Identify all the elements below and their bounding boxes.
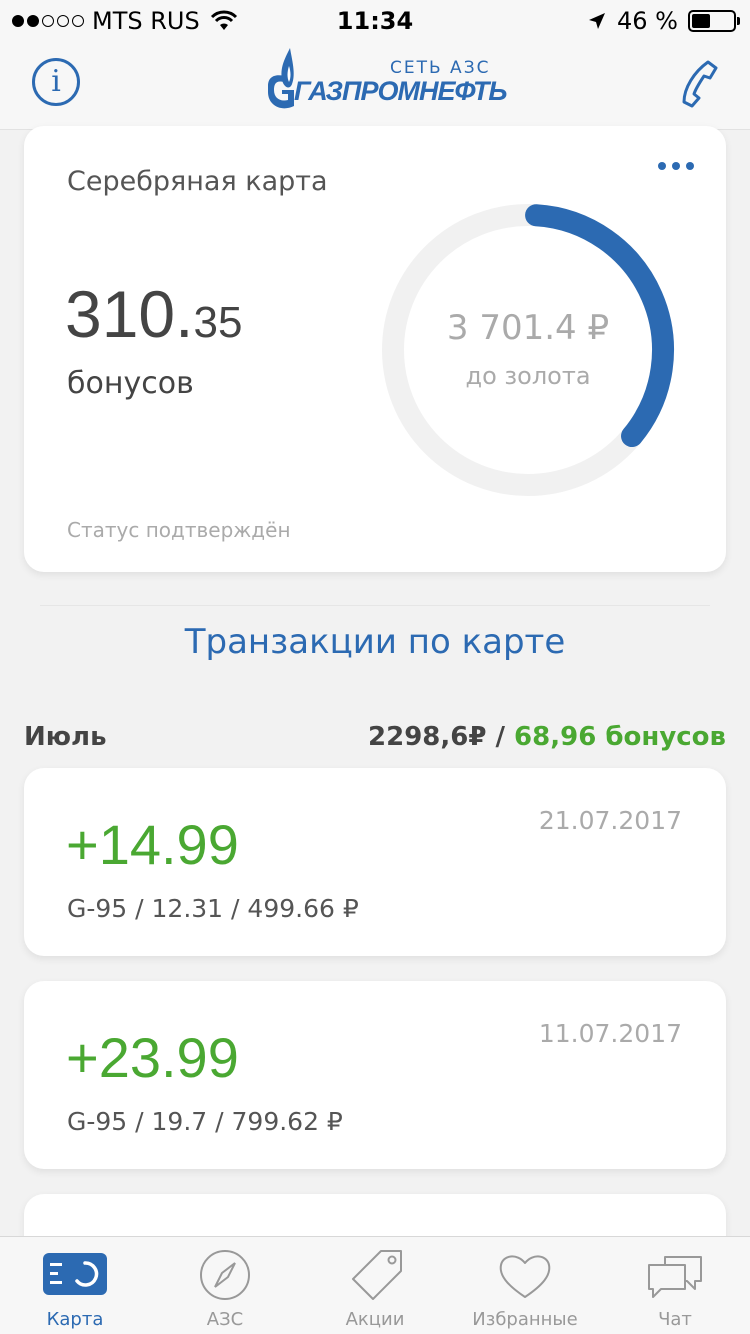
tab-label: Избранные (472, 1309, 578, 1330)
status-progress-ring (382, 204, 674, 496)
bonus-balance: 310.35 (65, 276, 242, 352)
transaction-card[interactable]: +23.99 11.07.2017 G-95 / 19.7 / 799.62 ₽ (24, 981, 726, 1169)
amount-to-next-level: 3 701.4 ₽ (446, 308, 610, 348)
more-options-icon[interactable] (658, 162, 694, 170)
month-bonuses: 68,96 бонусов (514, 722, 726, 752)
tab-label: АЗС (206, 1309, 244, 1330)
transaction-card[interactable]: +14.99 21.07.2017 G-95 / 12.31 / 499.66 … (24, 768, 726, 956)
month-summary: Июль 2298,6₽ / 68,96 бонусов (24, 722, 726, 762)
tab-label: Акции (345, 1309, 405, 1330)
tab-chat[interactable]: Чат (600, 1237, 750, 1334)
bonus-label: бонусов (67, 366, 194, 401)
info-button[interactable]: i (32, 58, 80, 106)
transaction-bonus: +14.99 (66, 813, 239, 876)
transaction-date: 21.07.2017 (538, 806, 682, 835)
battery-fill (692, 14, 711, 28)
card-icon (43, 1253, 107, 1295)
status-right: 46 % (587, 7, 740, 35)
tab-promotions[interactable]: Акции (300, 1237, 450, 1334)
info-icon: i (51, 64, 61, 99)
gazpromneft-logo: СЕТЬ АЗС ГАЗПРОМНЕФТЬ (262, 46, 507, 116)
logo-subtitle: СЕТЬ АЗС (390, 58, 491, 78)
transaction-bonus: +23.99 (66, 1026, 239, 1089)
tab-favorites[interactable]: Избранные (450, 1237, 600, 1334)
compass-icon (200, 1250, 250, 1300)
month-total: 2298,6₽ / 68,96 бонусов (368, 722, 726, 752)
divider (40, 605, 710, 606)
transaction-details: G-95 / 19.7 / 799.62 ₽ (67, 1107, 343, 1136)
transaction-date: 11.07.2017 (538, 1019, 682, 1048)
phone-icon (682, 60, 718, 108)
transaction-details: G-95 / 12.31 / 499.66 ₽ (67, 894, 359, 923)
battery-percent: 46 % (617, 7, 678, 35)
bonus-fraction: 35 (193, 298, 243, 347)
bonus-integer: 310. (65, 277, 194, 351)
tab-bar: Карта АЗС Акции Избранные Чат (0, 1236, 750, 1334)
tag-icon (352, 1250, 402, 1300)
phone-button[interactable] (678, 58, 722, 108)
transactions-title: Транзакции по карте (184, 622, 566, 662)
heart-icon (499, 1255, 551, 1298)
month-sum: 2298,6₽ (368, 722, 487, 752)
app-header: i СЕТЬ АЗС ГАЗПРОМНЕФТЬ (0, 40, 750, 130)
logo-title: ГАЗПРОМНЕФТЬ (294, 76, 507, 106)
tab-label: Чат (658, 1309, 692, 1330)
tab-label: Карта (46, 1309, 104, 1330)
status-bar: MTS RUS 11:34 46 % (0, 0, 750, 40)
status-confirmed-text: Статус подтверждён (67, 518, 291, 542)
next-level-label: до золота (465, 362, 591, 390)
tab-card[interactable]: Карта (0, 1237, 150, 1334)
month-name: Июль (24, 722, 107, 752)
card-title: Серебряная карта (67, 166, 328, 197)
location-arrow-icon (589, 13, 606, 29)
chat-icon (648, 1256, 702, 1298)
battery-icon (688, 10, 740, 32)
month-separator: / (486, 722, 515, 752)
loyalty-card[interactable]: Серебряная карта 310.35 бонусов 3 701.4 … (24, 126, 726, 572)
tab-stations[interactable]: АЗС (150, 1237, 300, 1334)
